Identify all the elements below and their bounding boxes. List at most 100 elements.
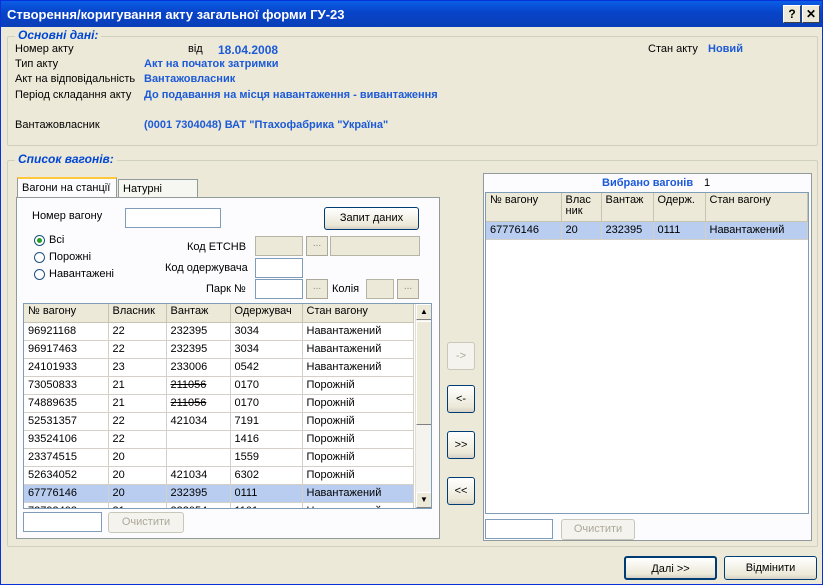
table-row[interactable]: 67776146 20 232395 0111 Навантажений xyxy=(486,221,808,240)
right-clear-button[interactable]: Очистити xyxy=(561,519,635,540)
col-owner[interactable]: Власник xyxy=(108,304,167,323)
table-cell: 67776146 xyxy=(24,484,109,503)
table-row[interactable]: 73050833 21 211056 0170 Порожній xyxy=(24,376,414,395)
table-cell: Навантажений xyxy=(302,322,414,341)
table-cell: Порожній xyxy=(302,394,414,413)
table-cell: 72793408 xyxy=(24,502,109,508)
act-date: 18.04.2008 xyxy=(218,43,279,57)
act-state-label: Стан акту xyxy=(648,43,698,55)
table-cell: 233006 xyxy=(166,358,231,377)
receiver-input[interactable] xyxy=(255,258,303,278)
period: До подавання на місця навантаження - вив… xyxy=(144,89,438,101)
etsnv-input[interactable] xyxy=(255,236,303,256)
etsnv-label: Код ЕТСНВ xyxy=(187,241,247,253)
sel-col-cargo[interactable]: Вантаж xyxy=(601,193,654,222)
selected-table: № вагону Влас ник Вантаж Одерж. Стан ваг… xyxy=(485,192,809,514)
table-row[interactable]: 74889635 21 211056 0170 Порожній xyxy=(24,394,414,413)
table-row[interactable]: 52531357 22 421034 7191 Порожній xyxy=(24,412,414,431)
act-number-label: Номер акту xyxy=(15,43,74,55)
move-all-right-button[interactable]: >> xyxy=(447,431,475,459)
col-receiver[interactable]: Одержувач xyxy=(230,304,303,323)
cancel-button[interactable]: Відмінити xyxy=(724,556,817,580)
right-filter-input[interactable] xyxy=(485,519,553,539)
sel-col-receiver[interactable]: Одерж. xyxy=(653,193,706,222)
tab-nature-sheets[interactable]: Натурні листи xyxy=(118,179,198,207)
table-cell: 232395 xyxy=(601,221,654,240)
table-cell: Порожній xyxy=(302,430,414,449)
table-cell: Порожній xyxy=(302,448,414,467)
table-cell: 52634052 xyxy=(24,466,109,485)
col-wagon-number[interactable]: № вагону xyxy=(24,304,109,323)
table-cell: 96921168 xyxy=(24,322,109,341)
table-cell: Навантажений xyxy=(302,358,414,377)
table-cell: 3034 xyxy=(230,322,303,341)
move-all-left-button[interactable]: << xyxy=(447,477,475,505)
track-lookup-button[interactable]: ... xyxy=(397,279,419,299)
etsnv-name-field xyxy=(330,236,420,256)
table-cell: Порожній xyxy=(302,466,414,485)
table-row[interactable]: 93524106 22 1416 Порожній xyxy=(24,430,414,449)
scroll-thumb[interactable] xyxy=(416,321,431,425)
scroll-down-icon[interactable]: ▼ xyxy=(416,492,431,508)
table-cell: 0111 xyxy=(653,221,706,240)
table-cell: 0111 xyxy=(230,484,303,503)
radio-empty[interactable] xyxy=(34,252,45,263)
radio-all[interactable] xyxy=(34,235,45,246)
table-row[interactable]: 67776146 20 232395 0111 Навантажений xyxy=(24,484,414,503)
table-row[interactable]: 72793408212320541101Навантажений xyxy=(24,502,414,508)
track-input[interactable] xyxy=(366,279,394,299)
left-filter-input[interactable] xyxy=(23,512,102,532)
table-cell: 211056 xyxy=(166,376,231,395)
table-cell: 421034 xyxy=(166,466,231,485)
table-cell: 0170 xyxy=(230,376,303,395)
table-cell: 73050833 xyxy=(24,376,109,395)
selected-count: 1 xyxy=(704,177,711,189)
table-row[interactable]: 96921168 22 232395 3034 Навантажений xyxy=(24,322,414,341)
move-selected-right-button[interactable]: -> xyxy=(447,342,475,370)
table-cell: 22 xyxy=(108,340,167,359)
park-input[interactable] xyxy=(255,279,303,299)
table-row[interactable]: 52634052 20 421034 6302 Порожній xyxy=(24,466,414,485)
table-row[interactable]: 24101933 23 233006 0542 Навантажений xyxy=(24,358,414,377)
table-cell: 211056 xyxy=(166,394,231,413)
table-cell: 1416 xyxy=(230,430,303,449)
radio-loaded[interactable] xyxy=(34,269,45,280)
wagon-number-input[interactable] xyxy=(125,208,221,228)
wagon-number-label: Номер вагону xyxy=(32,210,103,222)
table-cell xyxy=(166,430,231,449)
next-button[interactable]: Далі >> xyxy=(624,556,717,580)
responsibility-label: Акт на відповідальність xyxy=(15,73,136,85)
table-row[interactable]: 23374515 20 1559 Порожній xyxy=(24,448,414,467)
close-button[interactable]: ✕ xyxy=(802,5,820,23)
wagons-table: № вагону Власник Вантаж Одержувач Стан в… xyxy=(23,303,432,509)
main-info-title: Основні дані: xyxy=(15,28,102,42)
dialog-window: Створення/коригування акту загальної фор… xyxy=(0,0,823,585)
sel-col-wagon-number[interactable]: № вагону xyxy=(486,193,562,222)
sel-col-wagon-state[interactable]: Стан вагону xyxy=(705,193,808,222)
period-label: Період складання акту xyxy=(15,89,132,101)
table-cell: Навантажений xyxy=(302,340,414,359)
col-wagon-state[interactable]: Стан вагону xyxy=(302,304,414,323)
table-cell: 21 xyxy=(108,502,167,508)
park-lookup-button[interactable]: ... xyxy=(306,279,328,299)
table-cell: 23374515 xyxy=(24,448,109,467)
etsnv-lookup-button[interactable]: ... xyxy=(306,236,328,256)
table-cell: 0170 xyxy=(230,394,303,413)
table-cell: Навантажений xyxy=(302,502,414,508)
scroll-up-icon[interactable]: ▲ xyxy=(416,304,431,320)
col-cargo[interactable]: Вантаж xyxy=(166,304,231,323)
table-cell: 20 xyxy=(561,221,602,240)
table-cell: 74889635 xyxy=(24,394,109,413)
tab-wagons-on-station[interactable]: Вагони на станції xyxy=(17,177,117,199)
owner: (0001 7304048) ВАТ "Птахофабрика "Україн… xyxy=(144,119,389,131)
table-row[interactable]: 96917463 22 232395 3034 Навантажений xyxy=(24,340,414,359)
left-clear-button[interactable]: Очистити xyxy=(108,512,184,533)
table-cell: 7191 xyxy=(230,412,303,431)
query-data-button[interactable]: Запит даних xyxy=(324,207,419,230)
sel-col-owner[interactable]: Влас ник xyxy=(561,193,602,222)
wagons-scrollbar[interactable]: ▲ ▼ xyxy=(415,304,431,508)
move-selected-left-button[interactable]: <- xyxy=(447,385,475,413)
help-button[interactable]: ? xyxy=(783,5,801,23)
table-cell: 20 xyxy=(108,466,167,485)
table-cell: 1101 xyxy=(230,502,303,508)
